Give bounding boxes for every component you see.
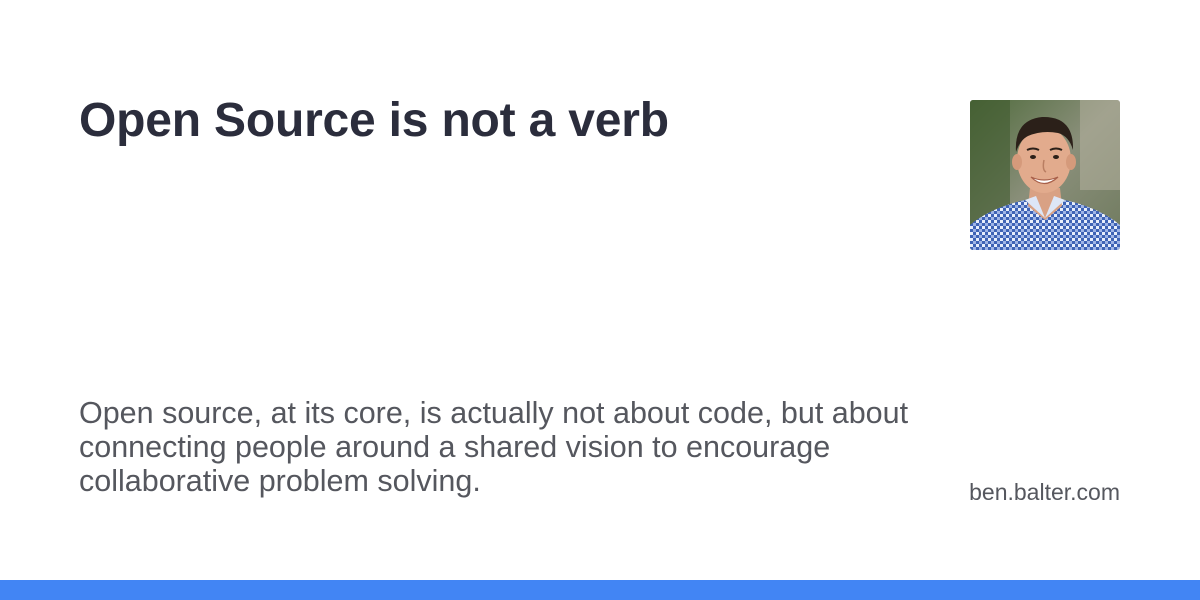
page-title: Open Source is not a verb [79, 94, 669, 147]
author-avatar [970, 100, 1120, 250]
page-description: Open source, at its core, is actually no… [79, 396, 909, 498]
site-domain: ben.balter.com [969, 479, 1120, 505]
author-photo-icon [970, 100, 1120, 250]
social-card: Open Source is not a verb Open source, a… [0, 0, 1200, 600]
accent-bar [0, 580, 1200, 600]
